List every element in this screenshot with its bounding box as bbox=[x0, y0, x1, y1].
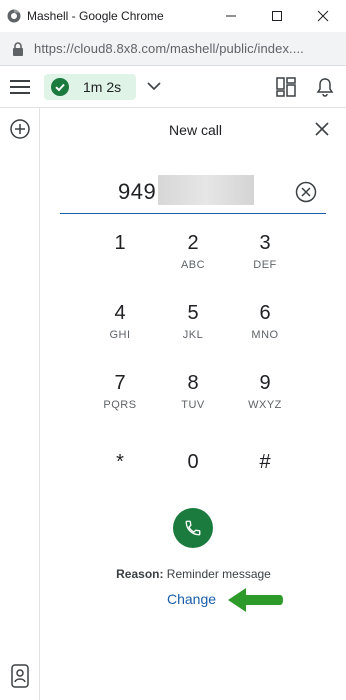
key-digit: 5 bbox=[187, 302, 199, 324]
key-digit: 6 bbox=[259, 302, 271, 324]
url-text[interactable]: https://cloud8.8x8.com/mashell/public/in… bbox=[34, 41, 304, 56]
window-close-icon bbox=[317, 10, 329, 22]
reason-label: Reason: bbox=[116, 567, 164, 581]
dialpad-key-0[interactable]: 0 bbox=[164, 450, 222, 506]
key-letters: DEF bbox=[253, 259, 277, 271]
call-button[interactable] bbox=[173, 508, 213, 548]
chevron-down-icon[interactable] bbox=[146, 80, 162, 92]
key-digit: 0 bbox=[187, 451, 199, 473]
bell-icon[interactable] bbox=[316, 77, 334, 97]
maximize-button[interactable] bbox=[254, 0, 300, 32]
dialpad-key-7[interactable]: 7 PQRS bbox=[91, 371, 149, 427]
dialpad-key-6[interactable]: 6 MNO bbox=[236, 301, 294, 357]
redacted-digits bbox=[158, 175, 254, 205]
key-digit: 3 bbox=[259, 232, 271, 254]
new-call-panel: New call 949 1 2 ABC 3 DEF 4 GHI 5 JKL 6… bbox=[41, 108, 346, 700]
panel-title: New call bbox=[169, 122, 222, 138]
key-digit: * bbox=[116, 451, 124, 473]
minimize-button[interactable] bbox=[208, 0, 254, 32]
contacts-icon[interactable] bbox=[10, 664, 30, 688]
window-close-button[interactable] bbox=[300, 0, 346, 32]
key-letters: JKL bbox=[182, 329, 204, 341]
call-timer: 1m 2s bbox=[83, 79, 122, 95]
key-digit: 1 bbox=[114, 232, 126, 254]
check-circle-icon bbox=[51, 78, 69, 96]
phone-number-value[interactable]: 949 bbox=[118, 179, 156, 205]
chrome-favicon-icon bbox=[7, 9, 21, 23]
key-digit: 4 bbox=[114, 302, 126, 324]
address-bar[interactable]: https://cloud8.8x8.com/mashell/public/in… bbox=[0, 32, 346, 66]
reason-value: Reminder message bbox=[163, 567, 271, 581]
hamburger-icon[interactable] bbox=[10, 79, 30, 95]
dialpad-key-4[interactable]: 4 GHI bbox=[91, 301, 149, 357]
key-letters: GHI bbox=[109, 329, 131, 341]
phone-number-input[interactable]: 949 bbox=[60, 172, 326, 214]
close-icon[interactable] bbox=[315, 122, 329, 136]
call-reason: Reason: Reminder message bbox=[41, 567, 346, 581]
dialpad-key-8[interactable]: 8 TUV bbox=[164, 371, 222, 427]
maximize-icon bbox=[272, 11, 282, 21]
dialpad-key-5[interactable]: 5 JKL bbox=[164, 301, 222, 357]
dialpad-key-9[interactable]: 9 WXYZ bbox=[236, 371, 294, 427]
plus-circle-icon[interactable] bbox=[10, 119, 30, 139]
key-digit: 2 bbox=[187, 232, 199, 254]
key-letters: PQRS bbox=[103, 399, 137, 411]
minimize-icon bbox=[226, 15, 236, 17]
dialpad-key-hash[interactable]: # bbox=[236, 450, 294, 506]
dialpad-key-2[interactable]: 2 ABC bbox=[164, 231, 222, 287]
call-status-pill[interactable]: 1m 2s bbox=[44, 74, 136, 100]
change-reason-link[interactable]: Change bbox=[167, 591, 216, 607]
dialpad-key-1[interactable]: 1 bbox=[91, 231, 149, 287]
key-letters: MNO bbox=[251, 329, 279, 341]
app-header: 1m 2s bbox=[0, 67, 346, 108]
key-letters: ABC bbox=[180, 259, 206, 271]
key-letters: TUV bbox=[181, 399, 205, 411]
phone-icon bbox=[185, 520, 201, 536]
key-digit: 8 bbox=[187, 372, 199, 394]
browser-titlebar: Mashell - Google Chrome bbox=[0, 0, 346, 32]
key-digit: 7 bbox=[114, 372, 126, 394]
window-title: Mashell - Google Chrome bbox=[27, 9, 164, 23]
dialpad-key-3[interactable]: 3 DEF bbox=[236, 231, 294, 287]
layout-icon[interactable] bbox=[276, 77, 296, 97]
lock-icon bbox=[13, 42, 23, 56]
clear-circle-icon[interactable] bbox=[295, 181, 317, 203]
key-digit: # bbox=[259, 451, 271, 473]
key-letters: WXYZ bbox=[248, 399, 282, 411]
annotation-arrow-icon bbox=[228, 588, 283, 612]
key-digit: 9 bbox=[259, 372, 271, 394]
left-rail bbox=[0, 108, 40, 700]
dialpad-key-star[interactable]: * bbox=[91, 450, 149, 506]
